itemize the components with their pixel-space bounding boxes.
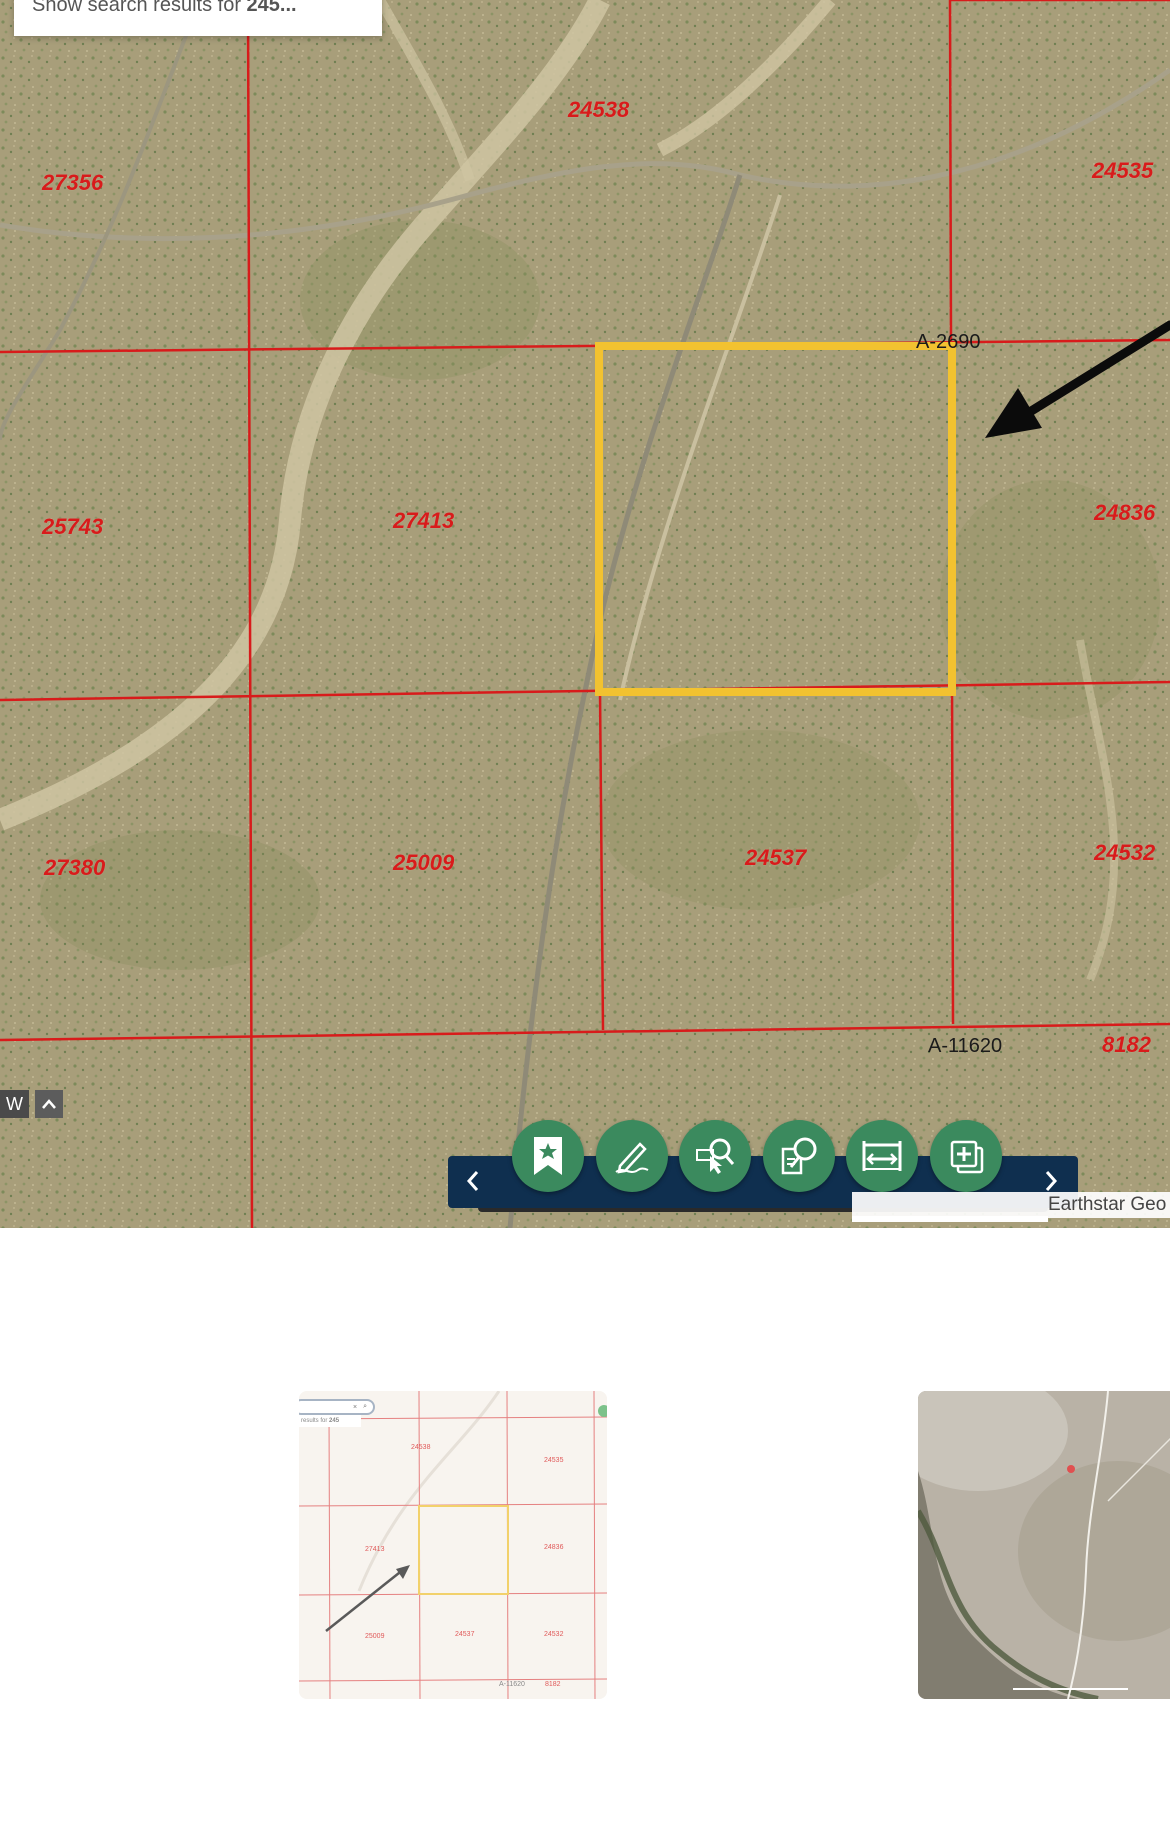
parcel-label[interactable]: 27356 xyxy=(42,170,103,196)
search-prefix: Show search results for xyxy=(32,0,247,16)
parcel-label[interactable]: 24535 xyxy=(1092,158,1153,184)
thumbnail-parcel-label: 24538 xyxy=(411,1444,431,1451)
thumbnail-parcel-label: 8182 xyxy=(545,1681,561,1688)
add-layer-icon[interactable] xyxy=(930,1120,1002,1192)
thumbnail-satellite-drawing xyxy=(918,1391,1170,1699)
search-query: 245... xyxy=(246,0,297,16)
parcel-label[interactable]: 25009 xyxy=(393,850,454,876)
overview-toggle-label: W xyxy=(0,1090,29,1118)
chevron-up-icon[interactable] xyxy=(35,1090,63,1118)
overview-map-toggle[interactable]: W xyxy=(0,1090,63,1118)
thumbnail-search-results: results for 245 xyxy=(299,1415,361,1427)
parcel-label[interactable]: 8182 xyxy=(1102,1032,1151,1058)
thumbnail-search-box: × ⌕ xyxy=(299,1399,375,1415)
thumbnail-parcel-label: 24537 xyxy=(455,1631,475,1638)
thumbnail-parcel-label: 24836 xyxy=(544,1544,564,1551)
draw-icon[interactable] xyxy=(596,1120,668,1192)
road-label: A-2690 xyxy=(916,331,981,353)
road-label: A-11620 xyxy=(928,1035,1003,1057)
parcel-label[interactable]: 27413 xyxy=(393,508,454,534)
thumbnail-parcel-label: 25009 xyxy=(365,1633,385,1640)
search-results-prompt[interactable]: Show search results for 245... xyxy=(14,0,382,36)
map-attribution: Earthstar Geo xyxy=(852,1192,1170,1218)
thumbnail-parcel-label: 27413 xyxy=(365,1546,385,1553)
parcel-label[interactable]: 24537 xyxy=(745,845,806,871)
thumbnail-road-label: A-11620 xyxy=(499,1681,525,1688)
parcel-label[interactable]: 24532 xyxy=(1094,840,1155,866)
thumbnail-satellite-overview[interactable] xyxy=(918,1391,1170,1699)
thumbnail-parcel-label: 24535 xyxy=(544,1457,564,1464)
parcel-label[interactable]: 24538 xyxy=(568,97,629,123)
parcel-label[interactable]: 24836 xyxy=(1094,500,1155,526)
search-icon[interactable] xyxy=(763,1120,835,1192)
measure-icon[interactable] xyxy=(846,1120,918,1192)
location-pin-icon xyxy=(1067,1465,1075,1473)
thumbnail-light-map[interactable]: × ⌕ results for 245 24538 24535 27413 24… xyxy=(299,1391,607,1699)
search-icon: ⌕ xyxy=(363,1403,367,1410)
select-icon[interactable] xyxy=(679,1120,751,1192)
thumbnail-parcel-label: 24532 xyxy=(544,1631,564,1638)
parcel-label[interactable]: 25743 xyxy=(42,514,103,540)
satellite-map[interactable]: 27356 24538 24535 25743 27413 24836 2738… xyxy=(0,0,1170,1228)
chevron-left-icon[interactable] xyxy=(458,1166,488,1196)
bookmark-icon[interactable] xyxy=(512,1120,584,1192)
parcel-label[interactable]: 27380 xyxy=(44,855,105,881)
close-icon: × xyxy=(352,1403,358,1411)
